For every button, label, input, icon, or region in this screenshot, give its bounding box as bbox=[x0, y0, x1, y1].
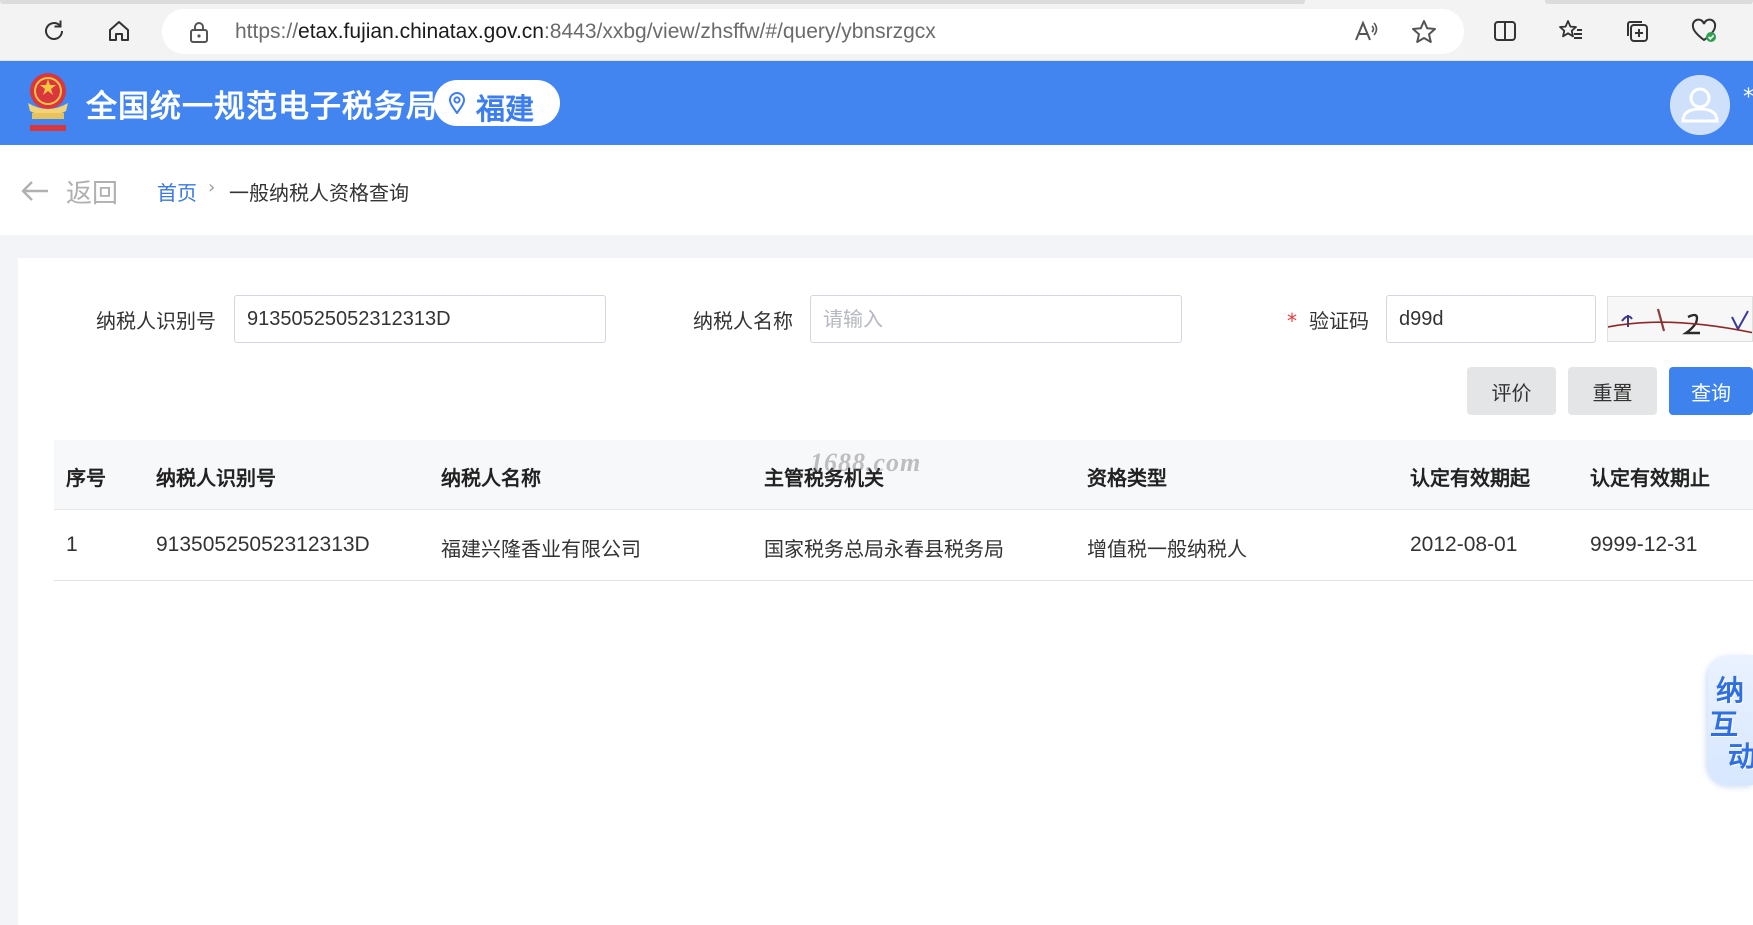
query-button[interactable]: 查询 bbox=[1669, 367, 1753, 415]
site-header: 全国统一规范电子税务局 福建 * bbox=[0, 61, 1753, 145]
reload-icon[interactable] bbox=[35, 12, 73, 50]
breadcrumb-bar: 返回 首页 › 一般纳税人资格查询 bbox=[0, 145, 1753, 235]
tax-emblem-icon bbox=[28, 73, 68, 131]
column-header-valid-from: 认定有效期起 bbox=[1410, 466, 1530, 490]
home-icon[interactable] bbox=[100, 12, 138, 50]
tab-strip-hint bbox=[0, 0, 1305, 4]
cell-valid-from: 2012-08-01 bbox=[1410, 533, 1518, 556]
column-header-taxpayer-name: 纳税人名称 bbox=[441, 466, 541, 490]
read-aloud-icon[interactable] bbox=[1352, 18, 1380, 46]
favorite-star-icon[interactable] bbox=[1410, 18, 1438, 46]
captcha-input[interactable]: d99d bbox=[1386, 295, 1596, 343]
captcha-label-text: 验证码 bbox=[1309, 309, 1369, 333]
interaction-side-widget[interactable]: 纳 互 动 bbox=[1708, 655, 1753, 785]
browser-toolbar: https://etax.fujian.chinatax.gov.cn:8443… bbox=[0, 0, 1753, 61]
query-panel bbox=[18, 258, 1753, 925]
breadcrumb-current: 一般纳税人资格查询 bbox=[229, 181, 409, 205]
region-label: 福建 bbox=[476, 92, 535, 126]
collections-icon[interactable] bbox=[1618, 12, 1656, 50]
address-bar[interactable]: https://etax.fujian.chinatax.gov.cn:8443… bbox=[162, 9, 1464, 54]
breadcrumb-home-link[interactable]: 首页 bbox=[157, 177, 197, 206]
header-extra-mark: * bbox=[1743, 85, 1753, 110]
back-label: 返回 bbox=[66, 178, 119, 209]
cell-taxpayer-id: 91350525052312313D bbox=[156, 533, 370, 556]
url-host: etax.fujian.chinatax.gov.cn bbox=[298, 20, 544, 43]
captcha-label: * 验证码 bbox=[1287, 305, 1369, 334]
table-row: 1 91350525052312313D 福建兴隆香业有限公司 国家税务总局永春… bbox=[54, 510, 1753, 581]
breadcrumb-separator: › bbox=[208, 177, 216, 198]
url-path: :8443/xxbg/view/zhsffw/#/query/ybnsrzgcx bbox=[543, 20, 936, 43]
column-header-taxpayer-id: 纳税人识别号 bbox=[156, 466, 276, 490]
captcha-image[interactable] bbox=[1607, 296, 1753, 342]
split-screen-icon[interactable] bbox=[1486, 12, 1524, 50]
user-icon bbox=[1670, 75, 1730, 135]
reset-button[interactable]: 重置 bbox=[1568, 367, 1657, 415]
user-avatar[interactable] bbox=[1670, 75, 1730, 135]
taxpayer-id-input[interactable]: 91350525052312313D bbox=[234, 295, 606, 343]
evaluate-button[interactable]: 评价 bbox=[1467, 367, 1556, 415]
side-widget-char: 动 bbox=[1728, 740, 1753, 773]
cell-qualification-type: 增值税一般纳税人 bbox=[1087, 537, 1247, 561]
cell-taxpayer-name: 福建兴隆香业有限公司 bbox=[441, 537, 641, 561]
taxpayer-name-label: 纳税人名称 bbox=[693, 309, 793, 333]
favorites-icon[interactable] bbox=[1552, 12, 1590, 50]
column-header-qualification-type: 资格类型 bbox=[1087, 466, 1167, 490]
tab-strip-hint bbox=[1545, 0, 1753, 4]
captcha-drawing bbox=[1608, 308, 1752, 335]
site-title: 全国统一规范电子税务局 bbox=[86, 89, 438, 125]
required-mark: * bbox=[1287, 309, 1297, 333]
taxpayer-name-input[interactable]: 请输入 bbox=[810, 295, 1182, 343]
taxpayer-id-label: 纳税人识别号 bbox=[96, 309, 216, 333]
arrow-left-icon bbox=[21, 181, 48, 201]
lock-icon[interactable] bbox=[188, 20, 210, 44]
back-button[interactable]: 返回 bbox=[20, 171, 118, 211]
browser-essentials-icon[interactable] bbox=[1685, 12, 1723, 50]
cell-tax-authority: 国家税务总局永春县税务局 bbox=[764, 537, 1004, 561]
column-header-index: 序号 bbox=[66, 466, 106, 490]
column-header-valid-to: 认定有效期止 bbox=[1590, 466, 1710, 490]
watermark: 1688.com bbox=[810, 448, 922, 477]
cell-valid-to: 9999-12-31 bbox=[1590, 533, 1698, 556]
region-selector[interactable]: 福建 bbox=[434, 80, 560, 126]
url-prefix: https:// bbox=[235, 20, 299, 43]
cell-index: 1 bbox=[66, 533, 78, 556]
location-pin-icon bbox=[448, 92, 466, 114]
url-text[interactable]: https://etax.fujian.chinatax.gov.cn:8443… bbox=[235, 20, 936, 44]
